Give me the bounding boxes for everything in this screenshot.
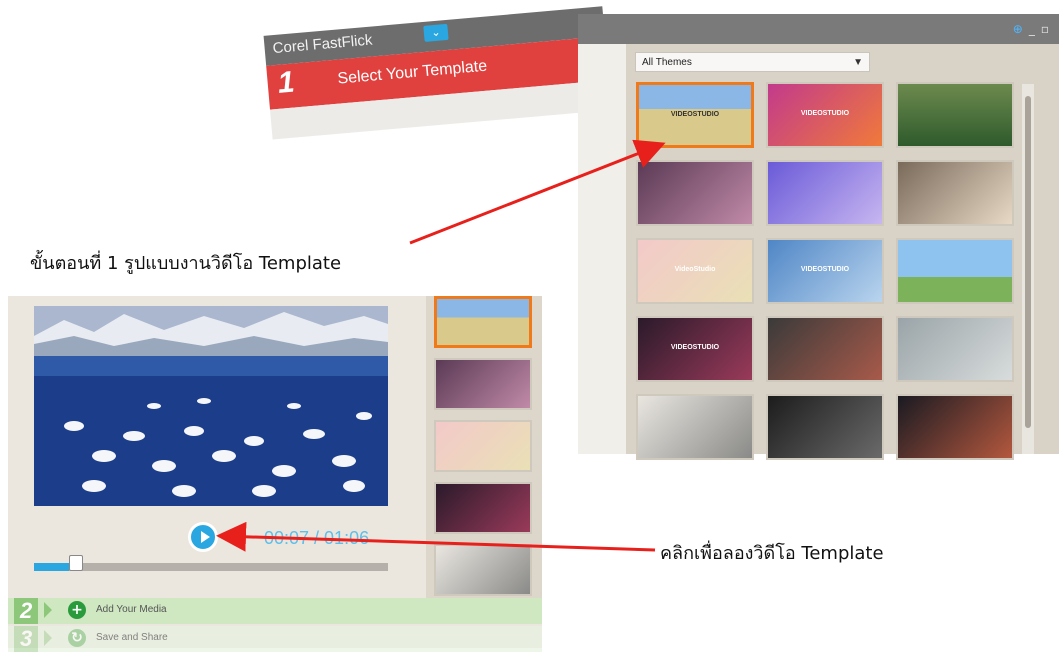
arrow-to-play xyxy=(216,521,656,552)
arrow-to-template xyxy=(409,139,666,245)
annotation-arrows xyxy=(216,139,666,552)
